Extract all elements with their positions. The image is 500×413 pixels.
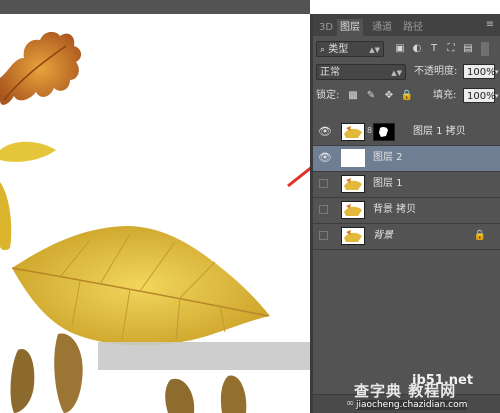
oak-leaf <box>0 31 82 105</box>
eye-icon[interactable]: 👁 <box>318 152 332 164</box>
fill-slider-arrow-icon[interactable]: ▾ <box>495 89 499 103</box>
blend-mode-dropdown[interactable]: 正常 ▲▼ <box>316 64 406 80</box>
layer-name: 背景 拷贝 <box>373 204 417 215</box>
adjustment-filter-icon[interactable]: ◐ <box>410 42 424 56</box>
visibility-toggle-off[interactable] <box>319 205 328 214</box>
tab-paths[interactable]: 路径 <box>400 19 426 36</box>
filter-toggle[interactable] <box>481 42 489 56</box>
layer-row[interactable]: 图层 1 <box>313 172 500 198</box>
fill-label: 填充: <box>433 90 457 101</box>
layer-thumbnail <box>341 175 365 193</box>
layer-mask-thumbnail[interactable] <box>373 123 395 141</box>
layer-thumbnail <box>341 149 365 167</box>
layer-filter-dropdown[interactable]: ⌕ 类型 ▲▼ <box>316 41 384 57</box>
chain-link-icon[interactable]: 8 <box>367 126 372 135</box>
chevron-down-icon: ▲▼ <box>369 46 380 54</box>
search-icon: ⌕ <box>320 45 326 55</box>
layer-thumbnail <box>341 123 365 141</box>
eye-icon[interactable]: 👁 <box>318 126 332 138</box>
watermark-url: jiaocheng.chazidian.com <box>356 400 468 410</box>
layer-name: 图层 1 <box>373 178 403 189</box>
lock-move-icon[interactable]: ✥ <box>382 89 396 103</box>
layer-row[interactable]: 背景 拷贝 <box>313 198 500 224</box>
opacity-label: 不透明度: <box>414 66 458 77</box>
layer-name: 图层 1 拷贝 <box>413 126 466 137</box>
watermark-site: 查字典 教程网 <box>354 382 457 400</box>
red-arrow <box>287 166 310 188</box>
small-leaf <box>0 141 56 162</box>
canvas-top-strip <box>0 0 310 14</box>
filter-row: ⌕ 类型 ▲▼ ▣ ◐ T ⛶ ▤ <box>313 40 500 58</box>
big-leaf <box>12 226 270 346</box>
type-filter-icon[interactable]: T <box>427 42 441 56</box>
panel-menu-icon[interactable]: ≡ <box>483 18 497 32</box>
lock-transparent-icon[interactable]: ▩ <box>346 89 360 103</box>
lock-all-icon[interactable]: 🔒 <box>400 89 414 103</box>
blend-row: 正常 ▲▼ 不透明度: 100% ▾ <box>313 63 500 81</box>
lock-row: 锁定: ▩ ✎ ✥ 🔒 填充: 100% ▾ <box>313 87 500 105</box>
tab-3d[interactable]: 3D <box>316 19 336 36</box>
layer-row[interactable]: 背景 🔒 <box>313 224 500 250</box>
opacity-input[interactable]: 100% <box>463 64 496 79</box>
fill-input[interactable]: 100% <box>463 88 496 103</box>
lock-icon: 🔒 <box>473 230 487 241</box>
layer-name: 背景 <box>373 230 393 241</box>
shape-filter-icon[interactable]: ⛶ <box>444 42 458 56</box>
tab-layers[interactable]: 图层 <box>337 19 363 36</box>
layers-panel: 3D 图层 通道 路径 ≡ ⌕ 类型 ▲▼ ▣ ◐ T ⛶ ▤ 正常 ▲▼ 不透… <box>313 14 500 413</box>
layer-name: 图层 2 <box>373 152 403 163</box>
opacity-slider-arrow-icon[interactable]: ▾ <box>495 65 499 79</box>
image-filter-icon[interactable]: ▣ <box>393 42 407 56</box>
layer-thumbnail <box>341 201 365 219</box>
chevron-down-icon: ▲▼ <box>391 69 402 77</box>
visibility-toggle-off[interactable] <box>319 231 328 240</box>
smart-object-filter-icon[interactable]: ▤ <box>461 42 475 56</box>
tab-channels[interactable]: 通道 <box>369 19 395 36</box>
layer-row[interactable]: 👁 8 图层 1 拷贝 <box>313 120 500 146</box>
panel-tabs: 3D 图层 通道 路径 ≡ <box>313 14 500 36</box>
lock-brush-icon[interactable]: ✎ <box>364 89 378 103</box>
layer-row-selected[interactable]: 👁 图层 2 <box>313 146 500 172</box>
leaf-artwork <box>0 31 310 413</box>
document-canvas[interactable] <box>0 0 310 413</box>
visibility-toggle-off[interactable] <box>319 179 328 188</box>
lock-label: 锁定: <box>316 90 340 101</box>
layer-thumbnail <box>341 227 365 245</box>
